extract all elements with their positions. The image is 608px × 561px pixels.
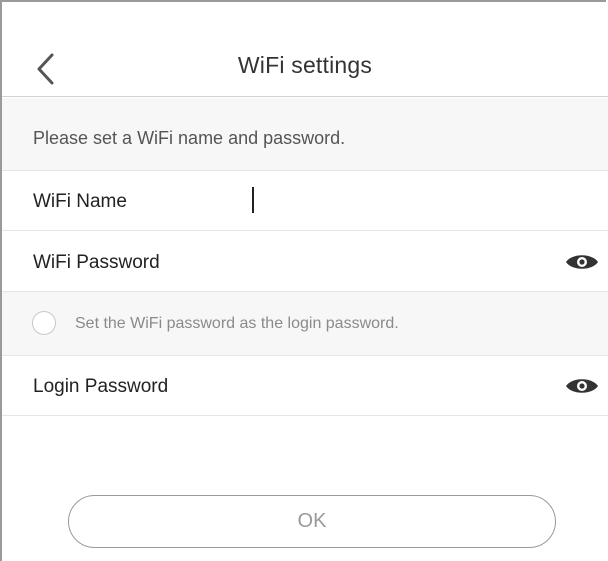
- login-password-input[interactable]: [246, 364, 580, 410]
- eye-icon[interactable]: [565, 376, 599, 396]
- header-bar: WiFi settings: [2, 2, 608, 97]
- use-wifi-password-option[interactable]: Set the WiFi password as the login passw…: [2, 292, 608, 356]
- login-password-label: Login Password: [33, 376, 169, 397]
- eye-icon[interactable]: [565, 252, 599, 272]
- ok-button[interactable]: OK: [68, 495, 556, 548]
- wifi-password-row: WiFi Password: [2, 232, 608, 292]
- option-radio[interactable]: [32, 311, 56, 335]
- wifi-name-row: WiFi Name: [2, 171, 608, 231]
- instruction-text: Please set a WiFi name and password.: [33, 128, 346, 148]
- wifi-name-label: WiFi Name: [33, 191, 127, 212]
- instruction-row: Please set a WiFi name and password.: [2, 98, 608, 171]
- app-frame: WiFi settings Please set a WiFi name and…: [0, 0, 608, 561]
- login-password-row: Login Password: [2, 356, 608, 416]
- option-label: Set the WiFi password as the login passw…: [75, 315, 399, 332]
- wifi-password-label: WiFi Password: [33, 252, 160, 273]
- text-cursor: [252, 187, 254, 213]
- wifi-name-input[interactable]: [246, 179, 580, 225]
- wifi-password-input[interactable]: [246, 240, 580, 286]
- page-title: WiFi settings: [237, 52, 373, 78]
